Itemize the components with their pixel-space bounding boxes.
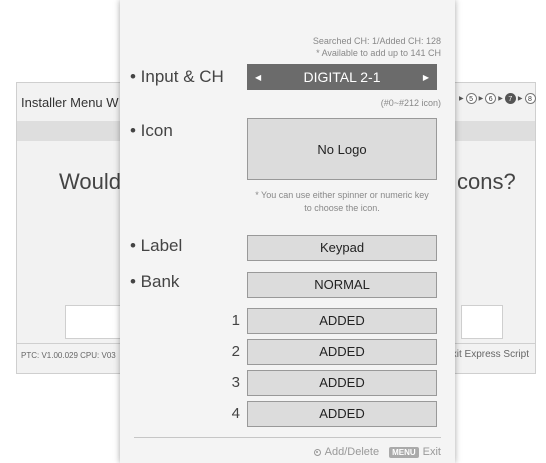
background-button-right[interactable] [461,305,503,339]
bank-3-field[interactable]: ADDED [247,370,437,396]
bank-number-2: 2 [231,343,240,360]
add-delete-hint[interactable]: Add/Delete [325,446,379,458]
exit-express-script[interactable]: Exit Express Script [445,349,529,360]
icon-hint-line-1: * You can use either spinner or numeric … [255,190,429,200]
step-indicator: ▶ 5 ▶ 6 ▶ 7 ▶ 8 [457,93,536,104]
question-text-left: Would [59,169,121,194]
menu-key-icon: MENU [389,446,419,458]
icon-selector[interactable]: No Logo [247,118,437,180]
input-ch-label: • Input & CH [130,67,224,86]
icon-value: No Logo [317,141,367,157]
ok-button-icon [313,448,321,456]
step-arrow-icon: ▶ [459,96,464,102]
bank-1-field[interactable]: ADDED [247,308,437,334]
step-arrow-icon: ▶ [498,96,503,102]
bank-4-field[interactable]: ADDED [247,401,437,427]
searched-channel-info: Searched CH: 1/Added CH: 128 [312,36,441,46]
bank-2-field[interactable]: ADDED [247,339,437,365]
bank-number-1: 1 [231,312,240,329]
left-arrow-icon[interactable]: ◀ [255,73,261,82]
footer-divider [134,437,441,438]
bank-number-3: 3 [231,374,240,391]
step-arrow-icon: ▶ [478,96,484,102]
step-6: 6 [485,93,497,104]
bank-field[interactable]: NORMAL [247,272,437,298]
icon-hint-line-2: to choose the icon. [304,203,380,213]
installer-menu-title: Installer Menu W [21,95,119,110]
available-channel-info: * Available to add up to 141 CH [316,48,441,58]
label-label: • Label [130,236,183,255]
step-arrow-icon: ▶ [517,96,523,102]
exit-hint[interactable]: Exit [423,446,441,458]
label-field[interactable]: Keypad [247,235,437,261]
step-7-active: 7 [504,93,516,104]
panel-footer: Add/Delete MENU Exit [313,446,441,458]
step-5: 5 [465,93,477,104]
bank-label: • Bank [130,272,180,291]
question-text-right: cons? [457,169,516,194]
channel-selector[interactable]: ◀ DIGITAL 2-1 ▶ [247,64,437,90]
step-8: 8 [524,93,536,104]
channel-value: DIGITAL 2-1 [303,69,381,85]
icon-hint: * You can use either spinner or numeric … [247,189,437,215]
right-arrow-icon[interactable]: ▶ [423,73,429,82]
background-button-left[interactable] [65,305,127,339]
version-status: PTC: V1.00.029 CPU: V03 [21,351,116,360]
channel-settings-panel: Searched CH: 1/Added CH: 128 * Available… [120,0,455,463]
bank-number-4: 4 [231,405,240,422]
icon-range-info: (#0~#212 icon) [380,98,441,108]
icon-label: • Icon [130,121,173,140]
